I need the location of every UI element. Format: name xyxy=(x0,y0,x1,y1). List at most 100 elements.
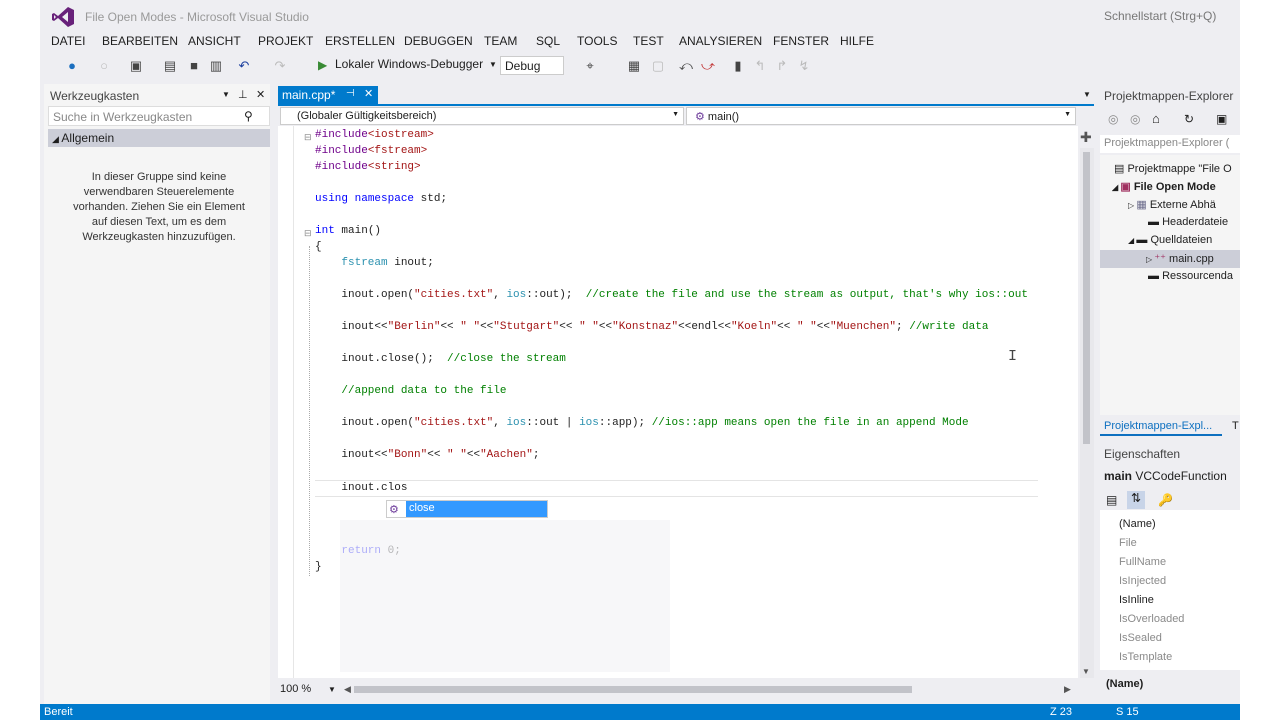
comment-icon[interactable]: ▢ xyxy=(650,58,666,74)
alphabetical-icon[interactable]: ⇅ xyxy=(1127,491,1145,509)
sync-icon[interactable]: ↻ xyxy=(1184,112,1194,126)
navigate-forward-icon[interactable]: ○ xyxy=(96,58,112,74)
tab-main-cpp[interactable]: main.cpp* ⊣ ✕ xyxy=(278,86,378,105)
step-back-icon[interactable]: ⤺ xyxy=(678,58,694,74)
toolbox-dropdown-icon[interactable]: ▼ xyxy=(222,90,230,99)
tree-item-project[interactable]: ◢ ▣ File Open Mode xyxy=(1112,180,1240,193)
se-forward-icon[interactable]: ◎ xyxy=(1130,112,1140,126)
editor-margin xyxy=(278,126,294,678)
collapse-main-icon[interactable]: ⊟ xyxy=(304,228,312,239)
properties-title: Eigenschaften xyxy=(1104,447,1181,461)
property-pages-icon[interactable]: 🔑 xyxy=(1158,493,1173,507)
menu-projekt[interactable]: PROJEKT xyxy=(258,34,313,48)
tab-team-explorer[interactable]: T xyxy=(1232,420,1239,432)
prop-row-istemplate[interactable]: IsTemplate xyxy=(1119,651,1172,663)
home-icon[interactable]: ⌂ xyxy=(1152,111,1160,126)
prop-row-isoverloaded[interactable]: IsOverloaded xyxy=(1119,613,1184,625)
undo-icon[interactable]: ↶ xyxy=(236,58,252,74)
member-select[interactable]: ⚙ main() ▼ xyxy=(686,107,1076,125)
collapse-all-icon[interactable]: ▣ xyxy=(1216,112,1227,126)
tree-item-main-cpp[interactable]: ▷ ⁺⁺ main.cpp xyxy=(1146,252,1240,265)
se-back-icon[interactable]: ◎ xyxy=(1108,112,1118,126)
menu-datei[interactable]: DATEI xyxy=(51,34,85,48)
tree-item-solution[interactable]: ▤ Projektmappe "File O xyxy=(1114,162,1240,175)
redo-icon[interactable]: ↷ xyxy=(272,58,288,74)
menu-bearbeiten[interactable]: BEARBEITEN xyxy=(102,34,178,48)
find-icon[interactable]: ⌖ xyxy=(582,58,598,74)
bookmark-prev-icon[interactable]: ↰ xyxy=(752,58,768,74)
tab-solution-explorer[interactable]: Projektmappen-Expl... xyxy=(1100,418,1222,436)
split-editor-icon[interactable]: ✚ xyxy=(1080,129,1092,146)
toolbox-search-input[interactable]: Suche in Werkzeugkasten xyxy=(48,106,270,126)
tab-pin-icon[interactable]: ⊣ xyxy=(346,88,355,99)
tree-item-header-files[interactable]: ▬ Headerdateie xyxy=(1148,216,1240,228)
categorized-icon[interactable]: ▤ xyxy=(1106,493,1117,507)
toolbox-close-icon[interactable]: ✕ xyxy=(256,88,265,101)
code-line: int main() xyxy=(315,225,382,237)
toolbox-group-allgemein[interactable]: ◢ Allgemein xyxy=(48,129,270,147)
new-project-icon[interactable]: ▣ xyxy=(128,58,144,74)
layout-icon[interactable]: ▦ xyxy=(626,58,642,74)
menu-debuggen[interactable]: DEBUGGEN xyxy=(404,34,473,48)
step-over-icon[interactable]: ⤻ xyxy=(700,58,716,74)
tree-item-source-files[interactable]: ◢ ▬ Quelldateien xyxy=(1128,234,1240,246)
navigate-back-icon[interactable]: ● xyxy=(64,58,80,74)
code-line: inout.open("cities.txt", ios::out | ios:… xyxy=(315,417,969,429)
solution-explorer-search[interactable]: Projektmappen-Explorer ( xyxy=(1100,135,1240,153)
menu-team[interactable]: TEAM xyxy=(484,34,517,48)
menu-ansicht[interactable]: ANSICHT xyxy=(188,34,241,48)
toolbox-title: Werkzeugkasten xyxy=(50,89,140,103)
properties-object-type: VCCodeFunction xyxy=(1135,469,1227,483)
code-line: inout.open("cities.txt", ios::out); //cr… xyxy=(315,289,1028,301)
save-all-icon[interactable]: ▥ xyxy=(208,58,224,74)
prop-row-issealed[interactable]: IsSealed xyxy=(1119,632,1162,644)
function-icon: ⚙ xyxy=(695,111,708,123)
code-line: inout.close(); //close the stream xyxy=(315,353,566,365)
start-debugging-icon[interactable]: ▶ xyxy=(318,58,327,72)
prop-row-isinjected[interactable]: IsInjected xyxy=(1119,575,1166,587)
menu-hilfe[interactable]: HILFE xyxy=(840,34,874,48)
horizontal-scroll-thumb[interactable] xyxy=(354,686,912,693)
collapse-include-icon[interactable]: ⊟ xyxy=(304,132,312,143)
zoom-level[interactable]: 100 % xyxy=(280,683,311,695)
text-cursor-icon: I xyxy=(1008,348,1018,365)
zoom-dropdown-icon[interactable]: ▼ xyxy=(328,685,336,694)
open-file-icon[interactable]: ▤ xyxy=(162,58,178,74)
pin-icon[interactable]: ⊥ xyxy=(238,88,248,101)
debug-target-dropdown-icon[interactable]: ▼ xyxy=(489,60,497,69)
code-line: fstream inout; xyxy=(341,257,434,269)
menu-tools[interactable]: TOOLS xyxy=(577,34,617,48)
code-line: inout<<"Bonn"<< " "<<"Aachen"; xyxy=(315,449,540,461)
toolbox-group-label: Allgemein xyxy=(61,131,115,145)
tree-item-resource-files[interactable]: ▬ Ressourcenda xyxy=(1148,270,1240,282)
tab-overflow-icon[interactable]: ▼ xyxy=(1083,90,1091,99)
save-icon[interactable]: ■ xyxy=(186,58,202,74)
menu-sql[interactable]: SQL xyxy=(536,34,560,48)
tree-item-external-deps[interactable]: ▷ ▦ Externe Abhä xyxy=(1128,198,1240,211)
scroll-right-icon[interactable]: ▶ xyxy=(1064,684,1071,695)
menu-analysieren[interactable]: ANALYSIEREN xyxy=(679,34,762,48)
scroll-down-icon[interactable]: ▼ xyxy=(1082,667,1090,676)
tab-underline xyxy=(278,104,1094,106)
debug-target-button[interactable]: Lokaler Windows-Debugger xyxy=(335,57,483,75)
prop-row-name[interactable]: (Name) xyxy=(1119,518,1156,530)
menu-erstellen[interactable]: ERSTELLEN xyxy=(325,34,395,48)
prop-row-fullname[interactable]: FullName xyxy=(1119,556,1166,568)
scroll-left-icon[interactable]: ◀ xyxy=(344,684,351,695)
configuration-select[interactable]: Debug xyxy=(500,56,564,75)
intellisense-item-close[interactable]: close xyxy=(406,501,547,517)
quick-launch-input[interactable]: Schnellstart (Strg+Q) xyxy=(1098,4,1240,28)
scope-guide xyxy=(309,246,310,576)
prop-row-isinline[interactable]: IsInline xyxy=(1119,594,1154,606)
property-grid xyxy=(1100,510,1240,670)
bookmark-clear-icon[interactable]: ↯ xyxy=(796,58,812,74)
scope-select[interactable]: (Globaler Gültigkeitsbereich) ▼ xyxy=(280,107,684,125)
menu-test[interactable]: TEST xyxy=(633,34,664,48)
prop-row-file[interactable]: File xyxy=(1119,537,1137,549)
bookmark-icon[interactable]: ▮ xyxy=(730,58,746,74)
properties-object[interactable]: main VCCodeFunction xyxy=(1104,469,1227,483)
vertical-scroll-thumb[interactable] xyxy=(1083,152,1090,444)
menu-fenster[interactable]: FENSTER xyxy=(773,34,829,48)
bookmark-next-icon[interactable]: ↱ xyxy=(774,58,790,74)
tab-close-icon[interactable]: ✕ xyxy=(364,87,373,100)
